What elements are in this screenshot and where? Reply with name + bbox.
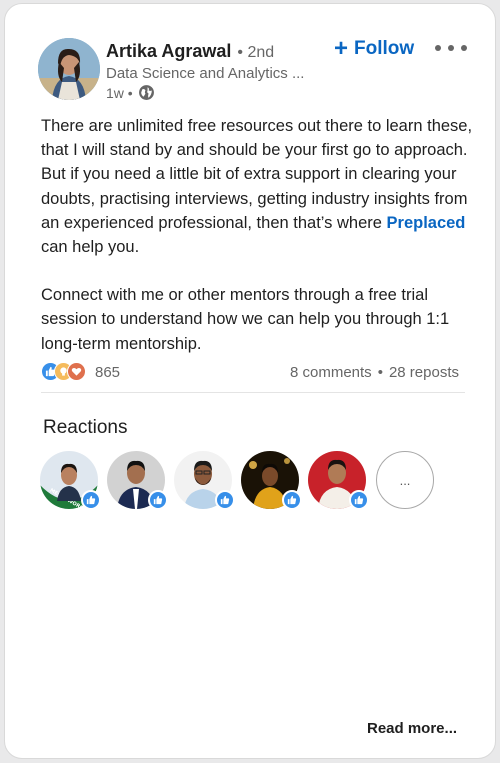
plus-icon: + [334, 35, 349, 62]
reaction-icons[interactable] [41, 362, 86, 381]
post-time: 1w • [106, 84, 133, 101]
like-badge-icon [282, 490, 302, 510]
reactions-heading: Reactions [43, 417, 128, 438]
author-name-row: Artika Agrawal • 2nd [106, 41, 274, 62]
comments-count[interactable]: 8 comments [290, 364, 372, 381]
post-body: There are unlimited free resources out t… [41, 114, 481, 380]
like-badge-icon [148, 490, 168, 510]
connection-degree: • 2nd [237, 44, 275, 61]
read-more-link[interactable]: Read more... [367, 720, 457, 737]
more-options-icon[interactable] [435, 45, 467, 55]
post-timestamp: 1w • [106, 84, 155, 101]
dot [448, 45, 454, 51]
post-paragraph-1-end: can help you. [41, 238, 140, 257]
reactor-avatar-3[interactable] [174, 451, 235, 510]
reaction-count[interactable]: 865 [95, 364, 120, 381]
author-avatar[interactable] [38, 38, 100, 100]
follow-label: Follow [354, 38, 415, 59]
post-paragraph-1: There are unlimited free resources out t… [41, 114, 481, 259]
reactor-avatar-4[interactable] [241, 451, 302, 510]
post-paragraph-2: Connect with me or other mentors through… [41, 286, 450, 353]
preplaced-link[interactable]: Preplaced [387, 214, 466, 232]
like-badge-icon [215, 490, 235, 510]
meta-separator: • [377, 364, 383, 381]
reposts-count[interactable]: 28 reposts [389, 364, 459, 381]
reactor-avatar-5[interactable] [308, 451, 369, 510]
follow-button[interactable]: + Follow [334, 37, 414, 61]
like-badge-icon [349, 490, 369, 510]
love-icon [67, 362, 86, 381]
author-headline: Data Science and Analytics ... [106, 65, 305, 82]
more-reactions-button[interactable]: ... [376, 451, 434, 509]
dot [435, 45, 441, 51]
like-badge-icon [81, 490, 101, 510]
reactor-avatar-2[interactable] [107, 451, 168, 510]
divider [41, 392, 465, 393]
globe-icon [138, 85, 154, 100]
engagement-meta: 8 comments • 28 reposts [290, 364, 459, 381]
reactor-avatar-1[interactable]: MENTOWORQ [40, 451, 101, 510]
author-name[interactable]: Artika Agrawal [106, 41, 231, 62]
dot [461, 45, 467, 51]
post-card: Artika Agrawal • 2nd Data Science and An… [4, 3, 496, 759]
